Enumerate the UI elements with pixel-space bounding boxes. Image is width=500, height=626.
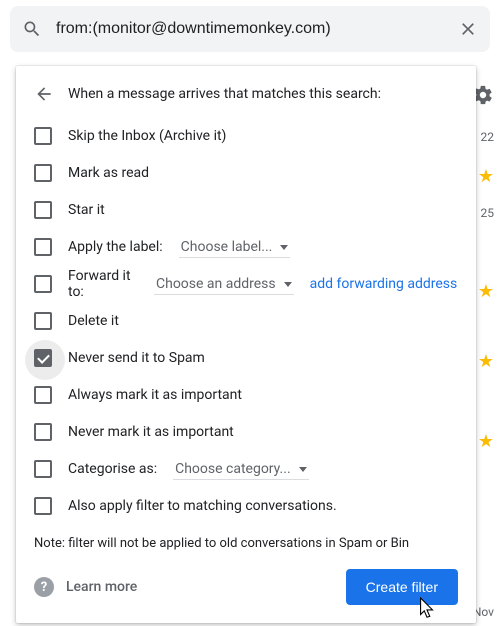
dialog-header: When a message arrives that matches this… (68, 86, 381, 102)
checkbox[interactable] (34, 497, 52, 515)
option-label: Never mark it as important (68, 424, 234, 440)
checkbox-checked[interactable] (34, 349, 52, 367)
option-skip-inbox[interactable]: Skip the Inbox (Archive it) (34, 118, 458, 154)
option-label: Delete it (68, 313, 119, 329)
option-delete[interactable]: Delete it (34, 303, 458, 339)
option-label: Forward it to: (68, 268, 138, 300)
star-icon: ★ (478, 166, 494, 187)
option-label: Categorise as: (68, 461, 157, 477)
option-apply-label[interactable]: Apply the label: Choose label... (34, 229, 458, 265)
search-icon[interactable] (22, 19, 42, 39)
option-always-important[interactable]: Always mark it as important (34, 377, 458, 413)
checkbox[interactable] (34, 275, 52, 293)
checkbox[interactable] (34, 423, 52, 441)
category-select[interactable]: Choose category... (173, 459, 309, 480)
bg-date: 25 (481, 206, 495, 220)
back-arrow-icon[interactable] (34, 84, 54, 104)
checkbox[interactable] (34, 238, 52, 256)
star-icon: ★ (478, 281, 494, 302)
option-label: Always mark it as important (68, 387, 242, 403)
label-select[interactable]: Choose label... (179, 237, 291, 258)
option-categorise[interactable]: Categorise as: Choose category... (34, 451, 458, 487)
option-label: Also apply filter to matching conversati… (68, 498, 337, 514)
checkbox[interactable] (34, 164, 52, 182)
checkbox[interactable] (34, 201, 52, 219)
add-forwarding-link[interactable]: add forwarding address (310, 276, 458, 292)
option-label: Mark as read (68, 165, 149, 181)
checkbox[interactable] (34, 386, 52, 404)
forward-address-select[interactable]: Choose an address (154, 274, 294, 295)
option-never-spam[interactable]: Never send it to Spam (34, 340, 458, 376)
checkbox[interactable] (34, 127, 52, 145)
search-input[interactable] (54, 19, 446, 39)
star-icon: ★ (478, 431, 494, 452)
option-mark-read[interactable]: Mark as read (34, 155, 458, 191)
option-label: Apply the label: (68, 239, 163, 255)
filter-note: Note: filter will not be applied to old … (34, 536, 458, 551)
option-star[interactable]: Star it (34, 192, 458, 228)
bg-date: 22 (481, 130, 495, 144)
search-bar (10, 6, 490, 52)
help-icon[interactable]: ? (34, 577, 54, 597)
create-filter-button[interactable]: Create filter (346, 569, 458, 605)
learn-more-link[interactable]: Learn more (66, 579, 137, 595)
checkbox[interactable] (34, 460, 52, 478)
option-label: Never send it to Spam (68, 350, 205, 366)
option-label: Star it (68, 202, 105, 218)
clear-search-icon[interactable] (458, 19, 478, 39)
option-apply-matching[interactable]: Also apply filter to matching conversati… (34, 488, 458, 524)
checkbox[interactable] (34, 312, 52, 330)
filter-dialog: When a message arrives that matches this… (16, 66, 476, 623)
option-forward[interactable]: Forward it to: Choose an address add for… (34, 266, 458, 302)
option-label: Skip the Inbox (Archive it) (68, 128, 226, 144)
option-never-important[interactable]: Never mark it as important (34, 414, 458, 450)
star-icon: ★ (478, 351, 494, 372)
